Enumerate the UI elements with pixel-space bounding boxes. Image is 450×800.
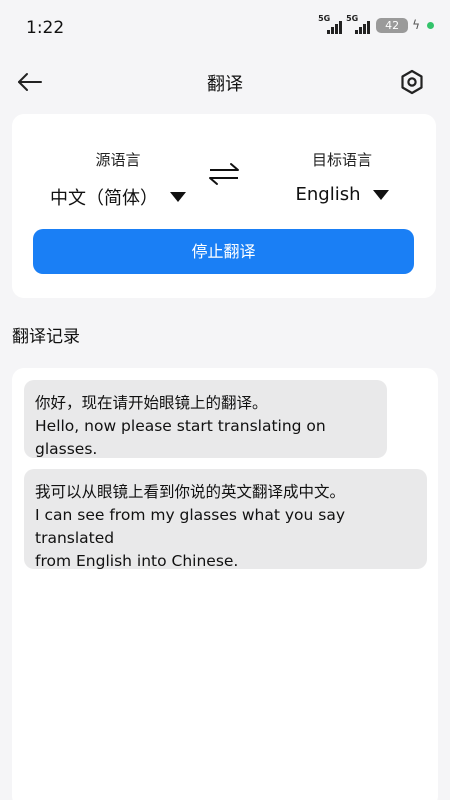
caret-down-icon — [372, 189, 389, 200]
target-language-label: 目标语言 — [311, 151, 372, 169]
signal-icon: 5G — [346, 14, 371, 34]
status-icons: 5G 5G 42 ϟ — [318, 14, 434, 36]
history-translation-text: Hello, now please start translating on g… — [35, 417, 331, 458]
history-list: 你好，现在请开始眼镜上的翻译。 Hello, now please start … — [12, 368, 438, 800]
swap-arrows-icon — [209, 163, 239, 185]
history-source-text: 你好，现在请开始眼镜上的翻译。 — [35, 394, 268, 412]
settings-icon — [401, 69, 423, 95]
history-translation-text: I can see from my glasses what you say t… — [35, 506, 346, 570]
source-language: 源语言 中文（简体） — [38, 150, 198, 210]
source-language-value: 中文（简体） — [50, 188, 158, 209]
source-language-label: 源语言 — [95, 151, 141, 169]
status-dot-icon — [427, 21, 434, 29]
source-language-dropdown[interactable]: 中文（简体） — [38, 184, 198, 210]
translation-screen: 1:22 5G 5G 42 ϟ 翻译 源语言 中文（简体） 目标语言 Engli… — [0, 0, 450, 800]
history-title: 翻译记录 — [12, 327, 80, 347]
status-bar: 1:22 5G 5G 42 ϟ — [0, 0, 450, 52]
swap-languages-button[interactable] — [204, 162, 244, 186]
target-language: 目标语言 English — [262, 150, 422, 205]
battery-icon: 42 — [376, 17, 409, 33]
settings-button[interactable] — [396, 66, 428, 98]
target-language-dropdown[interactable]: English — [262, 184, 422, 205]
history-entry[interactable]: 我可以从眼镜上看到你说的英文翻译成中文。 I can see from my g… — [24, 469, 427, 570]
caret-down-icon — [170, 192, 186, 202]
language-card: 源语言 中文（简体） 目标语言 English 停止翻译 — [12, 114, 436, 298]
signal-icon: 5G — [318, 14, 343, 34]
target-language-value: English — [295, 184, 361, 205]
history-source-text: 我可以从眼镜上看到你说的英文翻译成中文。 — [35, 483, 346, 501]
page-title: 翻译 — [207, 74, 243, 95]
app-header: 翻译 — [0, 58, 450, 106]
bolt-icon: ϟ — [412, 18, 420, 32]
status-time: 1:22 — [26, 18, 65, 38]
stop-translation-button[interactable]: 停止翻译 — [33, 229, 414, 274]
history-entry[interactable]: 你好，现在请开始眼镜上的翻译。 Hello, now please start … — [24, 380, 387, 458]
